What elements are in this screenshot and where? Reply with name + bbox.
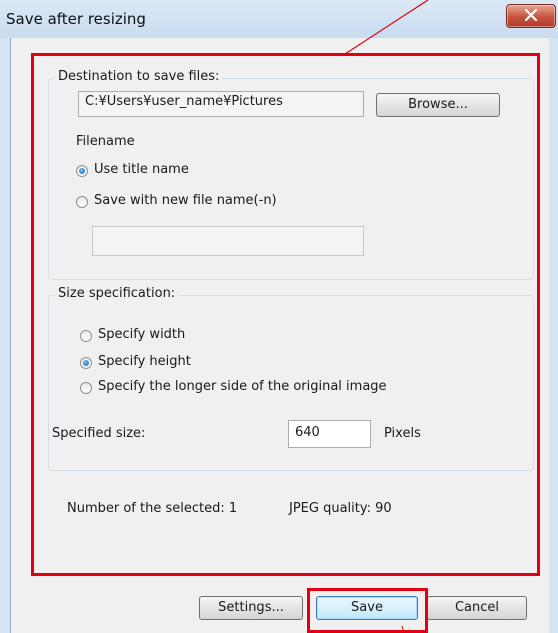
specify-height-radio[interactable]: [80, 357, 92, 369]
specify-width-radio[interactable]: [80, 330, 92, 342]
close-icon: [524, 9, 538, 21]
use-title-name-radio[interactable]: [76, 165, 88, 177]
jpeg-quality-text: JPEG quality: 90: [289, 501, 392, 516]
filename-label: Filename: [76, 134, 135, 149]
new-file-name-radio[interactable]: [76, 196, 88, 208]
specify-height-label: Specify height: [98, 354, 191, 369]
specify-longer-side-label: Specify the longer side of the original …: [98, 379, 387, 394]
save-button[interactable]: Save: [316, 596, 418, 620]
pixels-unit-label: Pixels: [384, 426, 421, 441]
destination-path-field[interactable]: C:¥Users¥user_name¥Pictures: [78, 91, 364, 117]
new-file-name-input[interactable]: [92, 226, 364, 256]
specify-width-label: Specify width: [98, 327, 186, 342]
specified-size-input[interactable]: 640: [288, 420, 371, 448]
title-bar: Save after resizing: [0, 0, 558, 38]
settings-button[interactable]: Settings...: [199, 596, 303, 620]
specified-size-label: Specified size:: [52, 426, 146, 441]
selected-count-text: Number of the selected: 1: [67, 501, 238, 516]
specify-longer-side-radio[interactable]: [80, 382, 92, 394]
cancel-button[interactable]: Cancel: [427, 596, 527, 620]
window-title: Save after resizing: [6, 10, 146, 28]
use-title-name-label: Use title name: [94, 162, 189, 177]
new-file-name-label: Save with new file name(-n): [94, 193, 277, 208]
dialog-client-area: Destination to save files: C:¥Users¥user…: [10, 38, 549, 633]
dialog-window: Save after resizing Destination to save …: [0, 0, 558, 633]
size-group-label: Size specification:: [55, 286, 179, 301]
destination-group-label: Destination to save files:: [55, 69, 223, 84]
browse-button[interactable]: Browse...: [376, 93, 500, 117]
close-button[interactable]: [506, 4, 556, 28]
